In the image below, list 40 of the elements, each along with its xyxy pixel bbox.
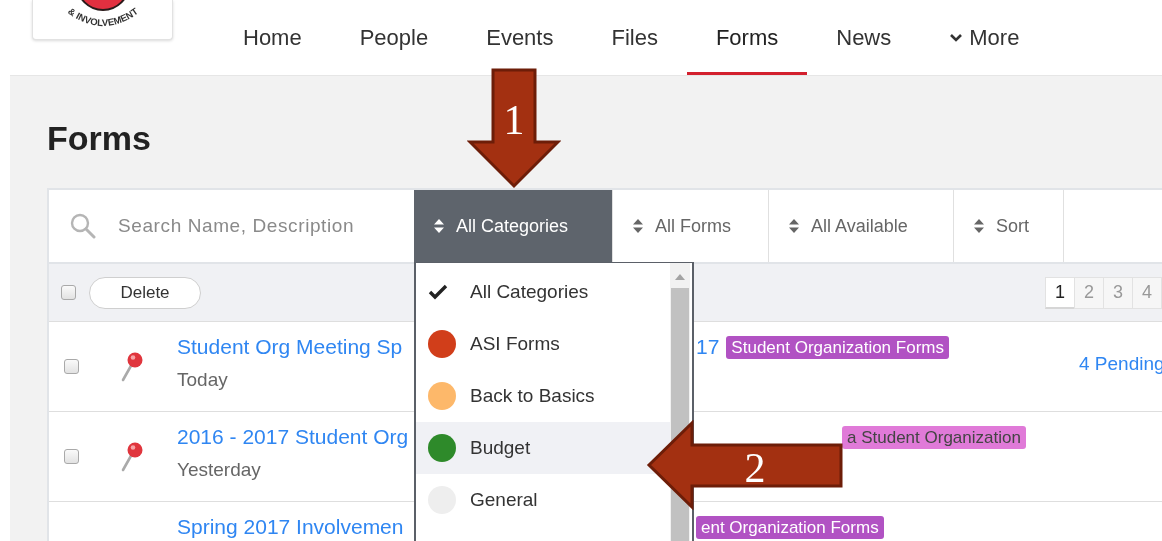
check-icon	[428, 284, 448, 300]
menu-item[interactable]: All Categories	[416, 266, 670, 318]
chevron-down-icon	[949, 32, 964, 43]
nav-tab[interactable]: Events	[457, 0, 583, 75]
page-button[interactable]: 1	[1045, 276, 1075, 309]
filter-button[interactable]: Sort	[954, 190, 1064, 262]
form-title-link[interactable]: 2016 - 2017 Student Org	[177, 423, 409, 451]
sort-arrows-icon	[789, 219, 799, 233]
form-date: Yesterday	[177, 459, 261, 481]
delete-button[interactable]: Delete	[89, 276, 201, 309]
sort-arrows-icon	[633, 219, 643, 233]
search-icon	[70, 213, 96, 239]
menu-item[interactable]: General	[416, 474, 670, 526]
form-title-link[interactable]: 17	[696, 333, 720, 361]
sort-arrows-icon	[434, 219, 444, 233]
sort-arrows-icon	[974, 219, 984, 233]
menu-item[interactable]: Budget	[416, 422, 670, 474]
filter-button[interactable]: All Forms	[613, 190, 769, 262]
nav-tab[interactable]: Files	[582, 0, 687, 75]
category-tag: a Student Organization	[842, 426, 1026, 449]
search-field[interactable]: Search Name, Description	[118, 215, 398, 237]
form-title-link[interactable]: Spring 2017 Involvemen	[177, 513, 404, 541]
menu-item[interactable]: ASI Forms	[416, 318, 670, 370]
form-title-link[interactable]: Student Org Meeting Sp	[177, 333, 403, 361]
nav-tab[interactable]: More	[920, 0, 1049, 75]
page-title: Forms	[47, 118, 151, 158]
nav-tab[interactable]: Home	[214, 0, 331, 75]
checkbox[interactable]	[64, 359, 79, 374]
form-date: Today	[177, 369, 228, 391]
callout-number: 1	[503, 97, 525, 143]
callout-number: 2	[744, 445, 766, 491]
filter-button[interactable]: All Available	[769, 190, 954, 262]
checkbox[interactable]	[64, 449, 79, 464]
category-tag: ent Organization Forms	[696, 516, 884, 539]
menu-item[interactable]: Back to Basics	[416, 370, 670, 422]
filter-button[interactable]: All Categories	[414, 190, 613, 262]
nav-tab[interactable]: News	[807, 0, 921, 75]
checkbox[interactable]	[61, 285, 76, 300]
nav-tab[interactable]: People	[330, 0, 458, 75]
category-tag: Student Organization Forms	[726, 336, 949, 359]
